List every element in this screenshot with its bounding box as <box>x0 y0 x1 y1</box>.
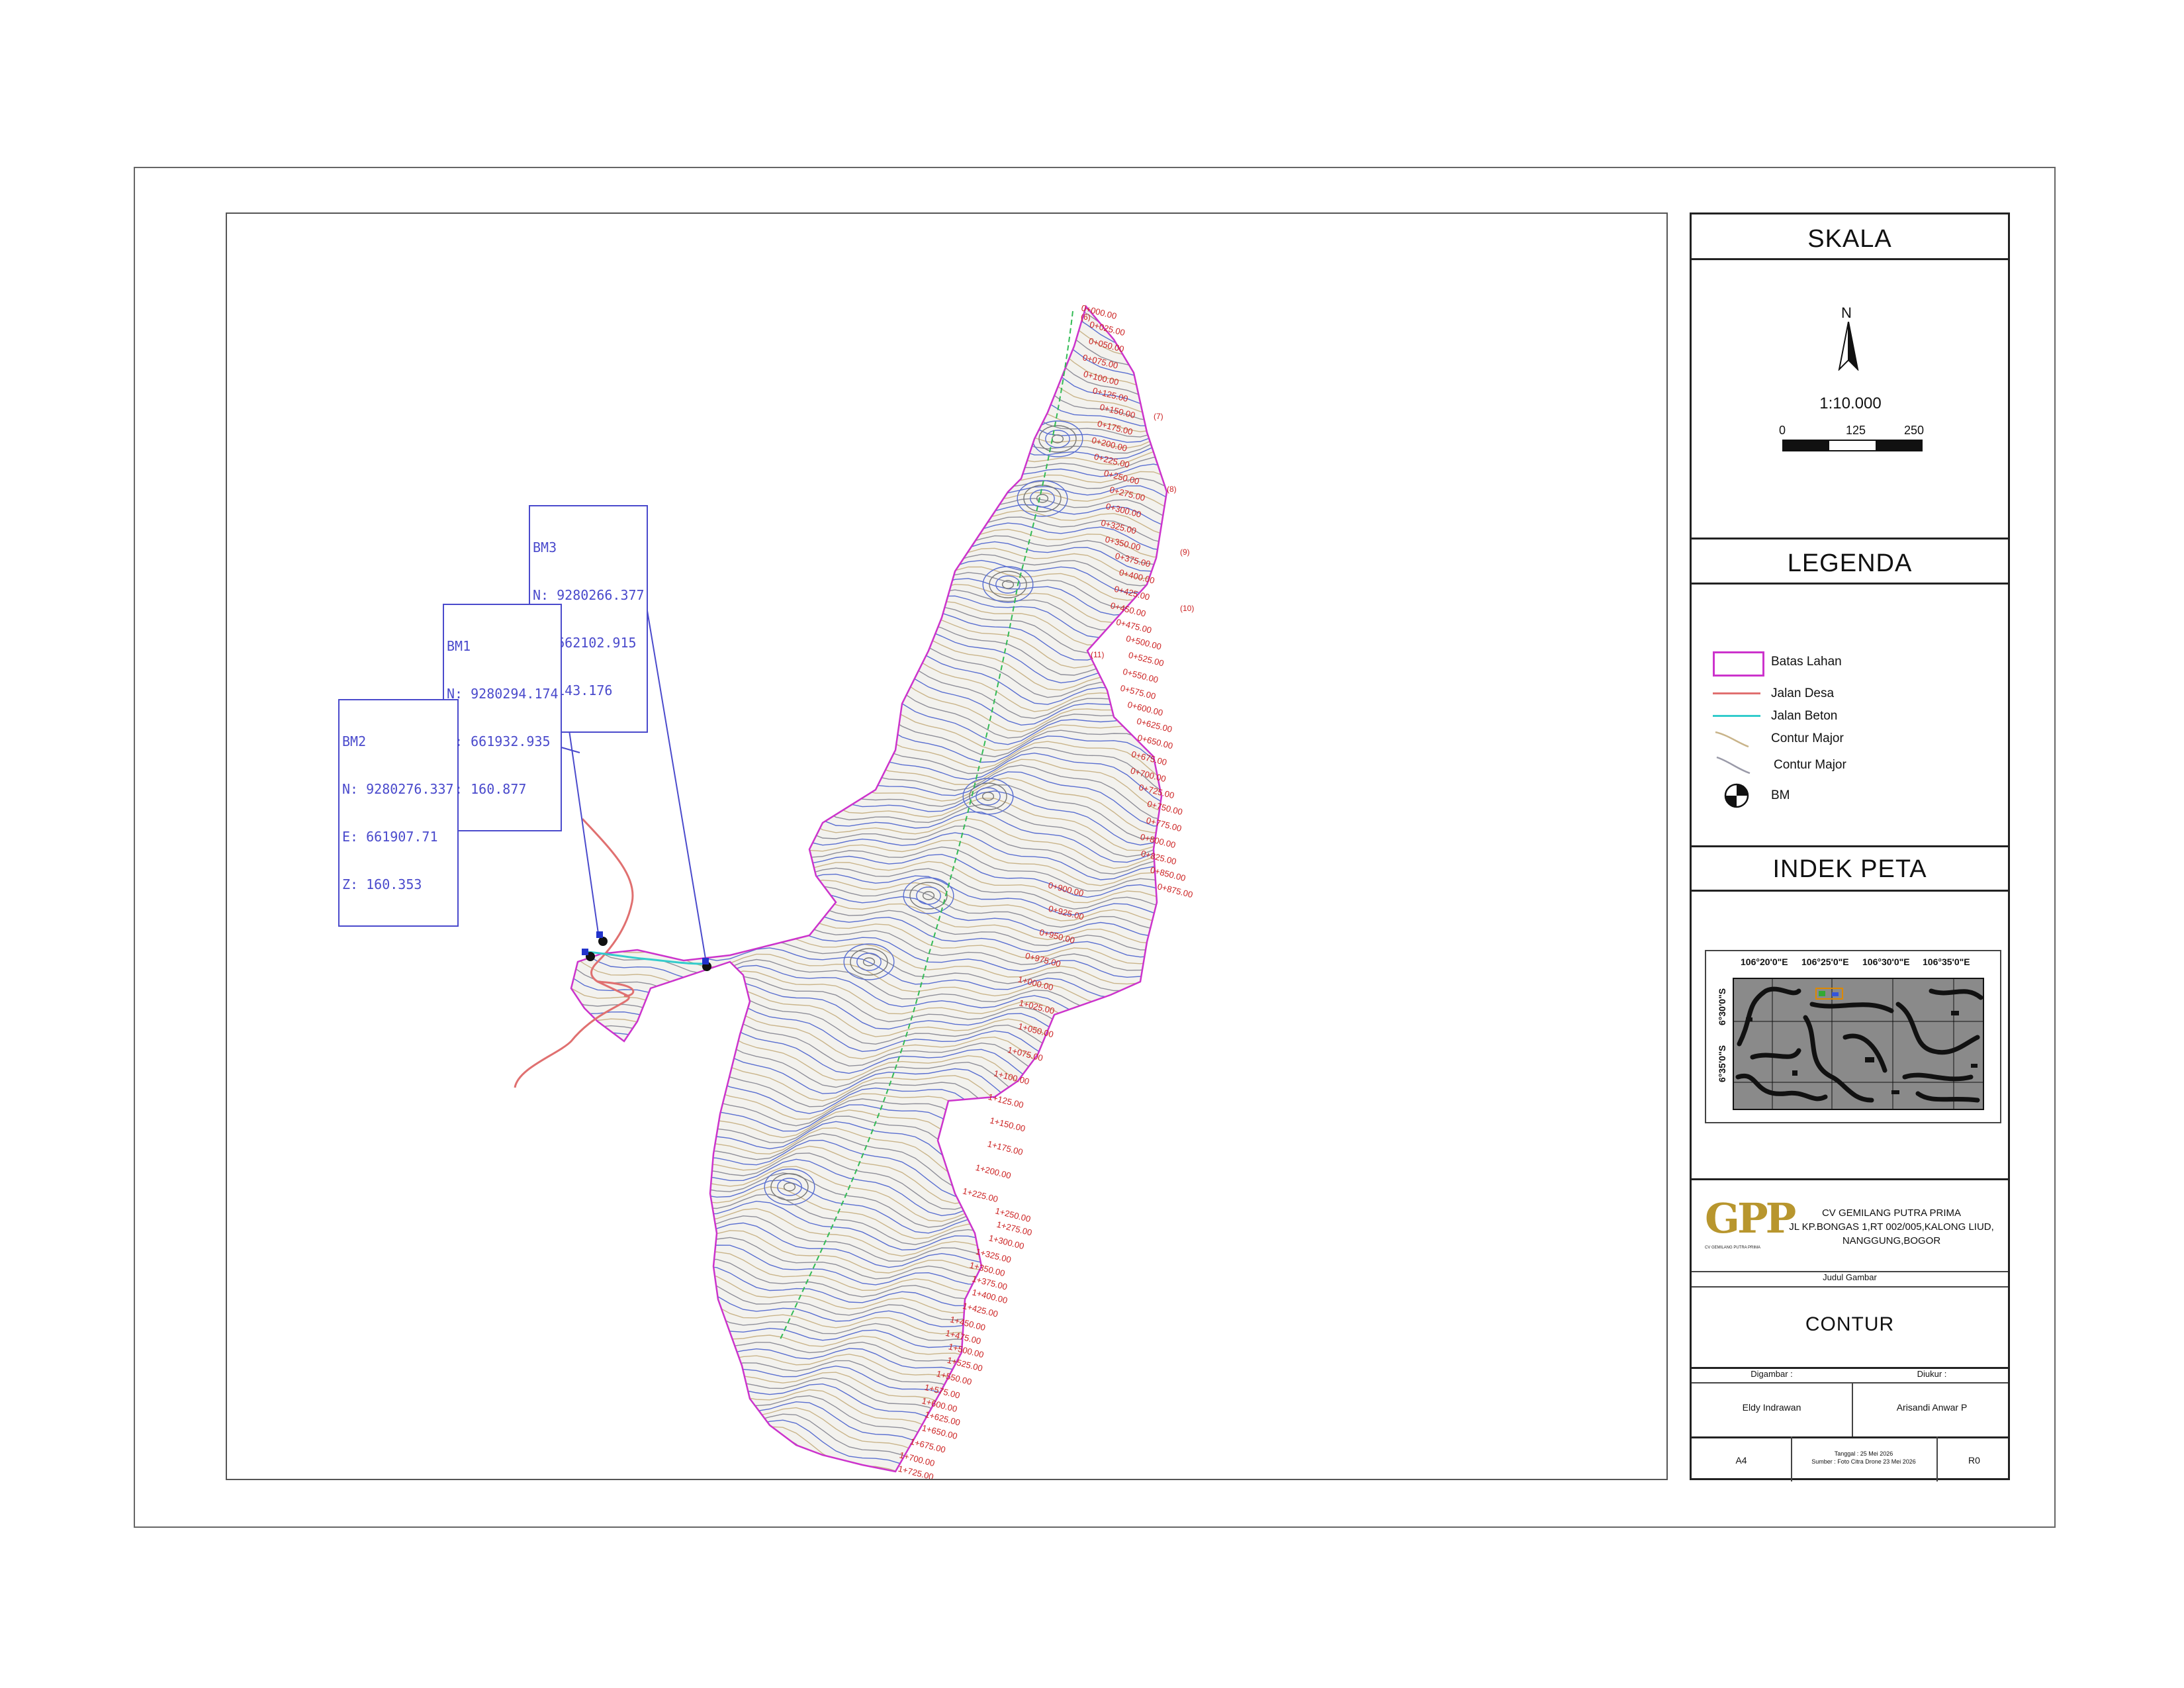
bm2-elevation: Z: 160.353 <box>342 876 422 892</box>
company-info: CV GEMILANG PUTRA PRIMA JL KP.BONGAS 1,R… <box>1774 1206 2009 1248</box>
legend-label-bm: BM <box>1771 788 1790 802</box>
scale-tick-250: 250 <box>1904 424 1925 437</box>
lon-label-1: 106°20'0"E <box>1741 957 1788 967</box>
chainage-label: 0+475.00 <box>1115 617 1153 635</box>
section-marker: (11) <box>1091 650 1104 659</box>
company-address-1: JL KP.BONGAS 1,RT 002/005,KALONG LIUD, <box>1789 1221 1994 1233</box>
north-label: N <box>1841 305 1852 321</box>
logo-mark: GPP <box>1705 1194 1796 1243</box>
paper-size: A4 <box>1735 1455 1747 1466</box>
scale-bar <box>1782 440 1923 451</box>
bm2-label-box: BM2 N: 9280276.337 E: 661907.71 Z: 160.3… <box>338 699 459 927</box>
bm2-easting: E: 661907.71 <box>342 829 438 845</box>
company-name: CV GEMILANG PUTRA PRIMA <box>1821 1207 1962 1219</box>
chainage-label: 0+575.00 <box>1119 683 1157 702</box>
legend-bm: BM <box>1711 782 1790 809</box>
bm3-id: BM3 <box>533 539 557 555</box>
lon-label-2: 106°25'0"E <box>1801 957 1849 967</box>
tanggal: Tanggal : 25 Mei 2026 <box>1834 1450 1893 1457</box>
chainage-label: 1+300.00 <box>987 1233 1025 1251</box>
legend-contur-gray: Contur Major <box>1711 752 1846 778</box>
chainage-label: 1+125.00 <box>987 1092 1025 1110</box>
judul-gambar-label: Judul Gambar <box>1823 1272 1877 1282</box>
contour-tan-icon <box>1715 731 1749 748</box>
north-arrow-icon <box>1838 322 1859 371</box>
chainage-label: 1+175.00 <box>987 1139 1024 1157</box>
chainage-label: 1+200.00 <box>975 1162 1013 1181</box>
section-marker: (6) <box>1081 312 1091 322</box>
bm-target-icon <box>1724 783 1749 808</box>
logo-subtext: CV GEMILANG PUTRA PRIMA <box>1705 1246 1761 1250</box>
diukur-name: Arisandi Anwar P <box>1896 1402 1968 1413</box>
digambar-label: Digambar : <box>1751 1369 1793 1379</box>
diukur-label: Diukur : <box>1917 1369 1947 1379</box>
company-logo: GPP CV GEMILANG PUTRA PRIMA <box>1705 1194 1796 1255</box>
chainage-label: 0+525.00 <box>1128 650 1165 669</box>
bm3-northing: N: 9280266.377 <box>533 587 645 603</box>
legend-label-batas-lahan: Batas Lahan <box>1771 655 1842 669</box>
skala-header: SKALA <box>1807 225 1892 253</box>
sumber: Sumber : Foto Citra Drone 23 Mei 2026 <box>1811 1458 1916 1465</box>
legend-batas-lahan: Batas Lahan <box>1711 649 1842 677</box>
index-map[interactable]: 106°20'0"E 106°25'0"E 106°30'0"E 106°35'… <box>1705 950 2001 1123</box>
section-marker: (9) <box>1180 547 1190 557</box>
lon-label-3: 106°30'0"E <box>1862 957 1910 967</box>
chainage-label: 0+875.00 <box>1156 881 1194 900</box>
indek-peta-header: INDEK PETA <box>1772 855 1927 883</box>
section-marker: (8) <box>1167 485 1177 494</box>
section-marker: (10) <box>1180 604 1194 613</box>
scale-ratio: 1:10.000 <box>1819 395 1882 412</box>
drawing-title: CONTUR <box>1805 1313 1895 1335</box>
lon-label-4: 106°35'0"E <box>1923 957 1970 967</box>
section-marker: (7) <box>1154 412 1163 421</box>
chainage-label: 1+150.00 <box>989 1115 1026 1134</box>
scale-tick-0: 0 <box>1779 424 1786 437</box>
bm1-elevation: Z: 160.877 <box>447 781 527 797</box>
legenda-header: LEGENDA <box>1787 549 1913 577</box>
index-map-graphic <box>1733 978 1984 1110</box>
chainage-label: 0+600.00 <box>1126 700 1164 718</box>
title-block: SKALA N 1:10.000 0 125 250 LEGENDA Batas… <box>1690 212 2010 1481</box>
revision: R0 <box>1968 1455 1980 1466</box>
lat-label-1: 6°30'0"S <box>1717 988 1727 1025</box>
map-frame: 0+000.00 0+025.00 0+050.00 0+075.00 0+100.00… <box>226 212 1668 1480</box>
bm2-id: BM2 <box>342 733 367 749</box>
legend-label-jalan-desa: Jalan Desa <box>1771 686 1835 700</box>
chainage-label: 1+225.00 <box>962 1186 999 1204</box>
lat-label-2: 6°35'0"S <box>1717 1045 1727 1082</box>
legend-label-contur-major-1: Contur Major <box>1771 731 1844 745</box>
legend-label-jalan-beton: Jalan Beton <box>1771 709 1838 723</box>
chainage-label: 0+625.00 <box>1136 716 1173 735</box>
chainage-label: 0+500.00 <box>1125 633 1163 652</box>
bm2-northing: N: 9280276.337 <box>342 781 454 797</box>
chainage-label: 1+675.00 <box>909 1436 947 1455</box>
bm1-id: BM1 <box>447 638 471 654</box>
chainage-label: 1+425.00 <box>962 1301 999 1319</box>
date-source: Tanggal : 25 Mei 2026 Sumber : Foto Citr… <box>1791 1450 1936 1466</box>
bm1-easting: E: 661932.935 <box>447 733 551 749</box>
scale-tick-125: 125 <box>1845 424 1866 437</box>
bm1-northing: N: 9280294.174 <box>447 686 559 702</box>
bm3-leader <box>637 555 707 967</box>
contour-gray-icon <box>1716 756 1751 774</box>
digambar-name: Eldy Indrawan <box>1742 1402 1801 1413</box>
bm1-marker[interactable] <box>596 931 608 946</box>
company-address-2: NANGGUNG,BOGOR <box>1842 1235 1941 1246</box>
legend-contur-tan: Contur Major <box>1711 726 1844 752</box>
chainage-label: 0+550.00 <box>1122 667 1160 685</box>
legend-label-contur-major-2: Contur Major <box>1774 758 1846 772</box>
bm1-label-box: BM1 N: 9280294.174 E: 661932.935 Z: 160.… <box>443 604 562 831</box>
